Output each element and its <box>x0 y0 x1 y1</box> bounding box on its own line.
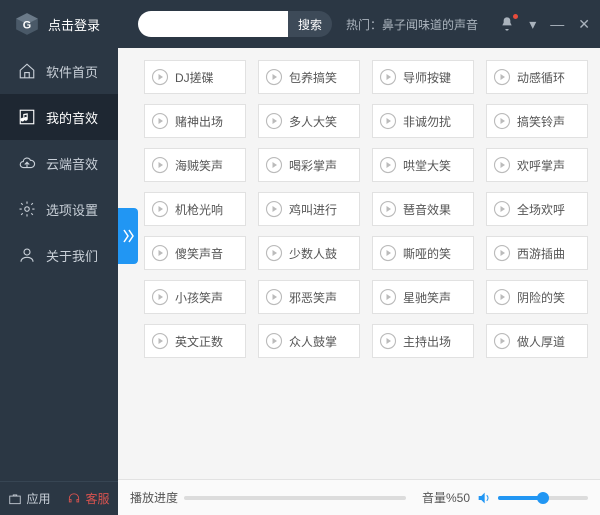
sound-label: 搞笑铃声 <box>517 113 565 130</box>
sound-label: 欢呼掌声 <box>517 157 565 174</box>
sound-tile[interactable]: 多人大笑 <box>258 104 360 138</box>
sound-tile[interactable]: 众人鼓掌 <box>258 324 360 358</box>
sidebar-item-label: 软件首页 <box>46 62 98 81</box>
sound-tile[interactable]: 哄堂大笑 <box>372 148 474 182</box>
sound-tile[interactable]: 喝彩掌声 <box>258 148 360 182</box>
sidebar-item-settings[interactable]: 选项设置 <box>0 186 118 232</box>
sidebar-item-label: 选项设置 <box>46 200 98 219</box>
sound-label: 包养搞笑 <box>289 69 337 86</box>
cloud-icon <box>18 154 36 172</box>
sound-tile[interactable]: 傻笑声音 <box>144 236 246 270</box>
sound-label: DJ搓碟 <box>175 69 214 86</box>
sidebar-item-cloud[interactable]: 云端音效 <box>0 140 118 186</box>
sound-tile[interactable]: 全场欢呼 <box>486 192 588 226</box>
sound-tile[interactable]: 包养搞笑 <box>258 60 360 94</box>
search-button[interactable]: 搜索 <box>288 11 332 37</box>
speaker-icon[interactable] <box>476 490 492 506</box>
player-footer: 播放进度 音量%50 <box>118 479 600 515</box>
sound-label: 英文正数 <box>175 333 223 350</box>
sound-grid: DJ搓碟 包养搞笑 导师按键 动感循环赌神出场 多人大笑 非诚勿扰 搞笑铃声海贼笑声 喝彩掌声… <box>144 60 588 358</box>
close-button[interactable]: ✕ <box>578 17 590 31</box>
gear-icon <box>18 200 36 218</box>
sound-label: 星驰笑声 <box>403 289 451 306</box>
app-logo-icon: G <box>14 11 40 37</box>
sound-tile[interactable]: 小孩笑声 <box>144 280 246 314</box>
sound-tile[interactable]: 动感循环 <box>486 60 588 94</box>
sound-tile[interactable]: 少数人鼓 <box>258 236 360 270</box>
home-icon <box>18 62 36 80</box>
menu-icon[interactable]: ▾ <box>529 17 536 31</box>
sidebar-item-my-sounds[interactable]: 我的音效 <box>0 94 118 140</box>
sound-label: 众人鼓掌 <box>289 333 337 350</box>
music-note-icon <box>18 108 36 126</box>
sound-tile[interactable]: 星驰笑声 <box>372 280 474 314</box>
sound-tile[interactable]: 赌神出场 <box>144 104 246 138</box>
sound-tile[interactable]: 主持出场 <box>372 324 474 358</box>
sound-label: 海贼笑声 <box>175 157 223 174</box>
volume-slider[interactable] <box>498 496 588 500</box>
sound-tile[interactable]: 机枪光响 <box>144 192 246 226</box>
sound-label: 鸡叫进行 <box>289 201 337 218</box>
sound-tile[interactable]: 欢呼掌声 <box>486 148 588 182</box>
sound-label: 非诚勿扰 <box>403 113 451 130</box>
sound-tile[interactable]: DJ搓碟 <box>144 60 246 94</box>
apps-button[interactable]: 应用 <box>0 482 59 515</box>
sound-label: 机枪光响 <box>175 201 223 218</box>
sound-label: 导师按键 <box>403 69 451 86</box>
sound-tile[interactable]: 嘶哑的笑 <box>372 236 474 270</box>
sound-label: 主持出场 <box>403 333 451 350</box>
sound-tile[interactable]: 英文正数 <box>144 324 246 358</box>
sound-tile[interactable]: 做人厚道 <box>486 324 588 358</box>
sound-label: 少数人鼓 <box>289 245 337 262</box>
customer-service-button[interactable]: 客服 <box>59 482 118 515</box>
sound-label: 赌神出场 <box>175 113 223 130</box>
sound-tile[interactable]: 邪恶笑声 <box>258 280 360 314</box>
person-icon <box>18 246 36 264</box>
expand-handle[interactable] <box>118 208 138 264</box>
sound-label: 做人厚道 <box>517 333 565 350</box>
sound-label: 全场欢呼 <box>517 201 565 218</box>
volume-label: 音量%50 <box>422 489 470 506</box>
sound-label: 哄堂大笑 <box>403 157 451 174</box>
sidebar-item-home[interactable]: 软件首页 <box>0 48 118 94</box>
sound-label: 小孩笑声 <box>175 289 223 306</box>
search-input[interactable] <box>138 11 288 37</box>
sound-label: 喝彩掌声 <box>289 157 337 174</box>
briefcase-icon <box>8 492 22 506</box>
sidebar-item-label: 云端音效 <box>46 154 98 173</box>
topbar: G 点击登录 搜索 热门：鼻子闻味道的声音 ▾ — ✕ <box>0 0 600 48</box>
progress-label: 播放进度 <box>130 489 178 506</box>
sound-tile[interactable]: 海贼笑声 <box>144 148 246 182</box>
sound-tile[interactable]: 西游插曲 <box>486 236 588 270</box>
sound-tile[interactable]: 琶音效果 <box>372 192 474 226</box>
sound-tile[interactable]: 导师按键 <box>372 60 474 94</box>
sound-label: 阴险的笑 <box>517 289 565 306</box>
sidebar-item-label: 关于我们 <box>46 246 98 265</box>
login-link[interactable]: 点击登录 <box>48 15 100 34</box>
svg-text:G: G <box>23 19 31 31</box>
progress-slider[interactable] <box>184 496 406 500</box>
hot-keywords[interactable]: 热门：鼻子闻味道的声音 <box>346 16 478 33</box>
sound-label: 傻笑声音 <box>175 245 223 262</box>
notification-icon[interactable] <box>499 16 515 32</box>
sound-tile[interactable]: 鸡叫进行 <box>258 192 360 226</box>
headset-icon <box>67 492 81 506</box>
sound-label: 多人大笑 <box>289 113 337 130</box>
sidebar: 软件首页 我的音效 云端音效 选项设置 关于我们 应用 <box>0 48 118 515</box>
sound-label: 邪恶笑声 <box>289 289 337 306</box>
sound-label: 西游插曲 <box>517 245 565 262</box>
sidebar-item-label: 我的音效 <box>46 108 98 127</box>
sound-tile[interactable]: 非诚勿扰 <box>372 104 474 138</box>
sound-label: 嘶哑的笑 <box>403 245 451 262</box>
sound-label: 动感循环 <box>517 69 565 86</box>
sound-tile[interactable]: 搞笑铃声 <box>486 104 588 138</box>
sidebar-item-about[interactable]: 关于我们 <box>0 232 118 278</box>
sound-tile[interactable]: 阴险的笑 <box>486 280 588 314</box>
sound-label: 琶音效果 <box>403 201 451 218</box>
minimize-button[interactable]: — <box>550 17 564 31</box>
chevron-right-icon <box>122 228 134 244</box>
